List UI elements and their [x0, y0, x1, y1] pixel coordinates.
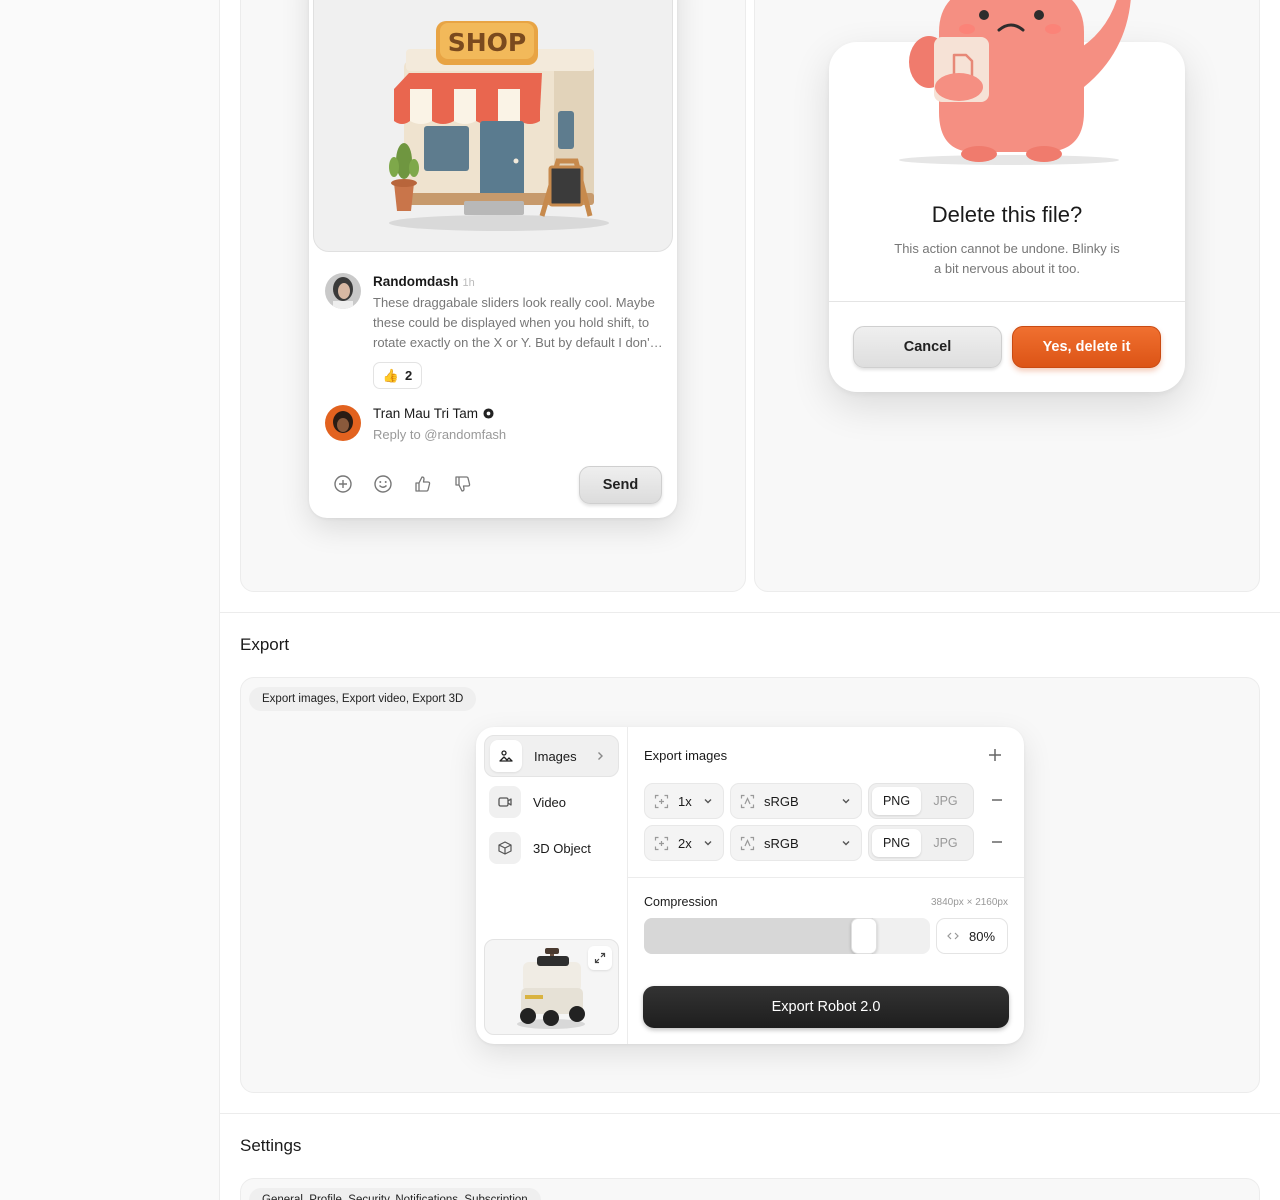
scale-icon — [654, 794, 669, 809]
scale-select[interactable]: 2x — [644, 825, 724, 861]
image-icon — [490, 740, 522, 772]
shop-illustration: SHOP — [313, 0, 673, 252]
format-toggle: PNG JPG — [868, 825, 974, 861]
panel-section-divider — [628, 877, 1024, 878]
remove-row-icon[interactable] — [990, 793, 1004, 807]
chevron-down-icon — [702, 837, 714, 849]
video-icon — [489, 786, 521, 818]
color-profile-icon — [740, 794, 755, 809]
settings-tags-chip: General, Profile, Security, Notification… — [249, 1188, 541, 1200]
add-circle-icon[interactable] — [333, 474, 353, 494]
cube-icon — [489, 832, 521, 864]
dialog-title: Delete this file? — [931, 202, 1083, 227]
export-tags-chip: Export images, Export video, Export 3D — [249, 687, 477, 711]
reply-author-text[interactable]: Tran Mau Tri Tam — [373, 406, 478, 421]
compression-slider-fill — [644, 918, 873, 954]
avatar-randomdash[interactable] — [325, 273, 361, 309]
comment-time: 1h — [462, 277, 475, 289]
remove-row-icon[interactable] — [990, 835, 1004, 849]
colorspace-select[interactable]: sRGB — [730, 783, 862, 819]
colorspace-select[interactable]: sRGB — [730, 825, 862, 861]
verified-badge-icon — [483, 408, 494, 419]
author-name-text[interactable]: Randomdash — [373, 274, 459, 289]
comment-body: These draggabale sliders look really coo… — [373, 295, 663, 350]
delete-file-dialog: Delete this file? This action cannot be … — [829, 0, 1185, 392]
panel-divider — [627, 727, 628, 1044]
comment-thread-card: SHOP Randomdash 1h These draggabale slide… — [309, 0, 677, 518]
sidebar — [0, 0, 220, 1200]
section-divider — [220, 612, 1280, 613]
shop-image: SHOP — [389, 21, 609, 231]
format-jpg-option[interactable]: JPG — [921, 829, 970, 857]
svg-text:SHOP: SHOP — [448, 28, 527, 57]
scale-select[interactable]: 1x — [644, 783, 724, 819]
chevron-right-icon — [598, 752, 603, 760]
compression-value: 80% — [969, 928, 996, 944]
nav-3d-object[interactable]: 3D Object — [484, 827, 619, 869]
nav-video[interactable]: Video — [484, 781, 619, 823]
compression-slider-handle[interactable] — [851, 918, 877, 954]
blinky-mascot-illustration — [899, 0, 1131, 165]
emoji-icon[interactable] — [373, 474, 393, 494]
format-png-option[interactable]: PNG — [872, 829, 921, 857]
export-panel: Images Video 3D Object Export images 1x … — [476, 727, 1024, 1044]
reaction-count: 2 — [404, 368, 413, 383]
section-divider — [220, 1113, 1280, 1114]
dialog-divider — [829, 301, 1185, 302]
reaction-emoji: 👍 — [382, 367, 399, 383]
cancel-button[interactable]: Cancel — [853, 326, 1002, 368]
avatar-tran-mau-tri-tam[interactable] — [325, 405, 361, 441]
scale-value: 1x — [678, 793, 692, 809]
format-toggle: PNG JPG — [868, 783, 974, 819]
scale-value: 2x — [678, 835, 692, 851]
thumbs-down-icon[interactable] — [453, 474, 473, 494]
nav-images-label: Images — [534, 748, 577, 764]
export-section-title: Export — [240, 635, 290, 654]
compression-value-field[interactable]: 80% — [936, 918, 1008, 954]
compression-label: Compression — [644, 895, 718, 909]
chevron-down-icon — [840, 837, 852, 849]
format-png-option[interactable]: PNG — [872, 787, 921, 815]
scale-icon — [654, 836, 669, 851]
nav-video-label: Video — [533, 794, 567, 810]
export-images-title: Export images — [644, 748, 728, 763]
color-profile-icon — [740, 836, 755, 851]
dialog-message: This action cannot be undone. Blinky is … — [894, 241, 1120, 276]
expand-button[interactable] — [588, 946, 612, 970]
reply-input[interactable]: Reply to @randomfash — [373, 425, 506, 445]
expand-icon — [594, 952, 606, 964]
robot-preview-thumbnail[interactable] — [484, 939, 619, 1035]
settings-section-title: Settings — [240, 1136, 302, 1155]
colorspace-value: sRGB — [764, 835, 799, 851]
nav-3d-object-label: 3D Object — [533, 840, 591, 856]
nav-images[interactable]: Images — [484, 735, 619, 777]
comment-author-name[interactable]: Randomdash 1h — [373, 274, 475, 289]
export-button[interactable]: Export Robot 2.0 — [643, 986, 1009, 1028]
add-row-icon[interactable] — [987, 747, 1003, 763]
confirm-delete-button[interactable]: Yes, delete it — [1012, 326, 1161, 368]
reply-author-name[interactable]: Tran Mau Tri Tam — [373, 406, 494, 421]
compression-slider[interactable] — [644, 918, 930, 954]
format-jpg-option[interactable]: JPG — [921, 787, 970, 815]
chevron-down-icon — [702, 795, 714, 807]
chevron-down-icon — [840, 795, 852, 807]
send-button[interactable]: Send — [579, 466, 662, 504]
code-brackets-icon — [947, 930, 959, 942]
output-dimensions: 3840px × 2160px — [930, 897, 1008, 908]
thumbs-up-icon[interactable] — [413, 474, 433, 494]
colorspace-value: sRGB — [764, 793, 799, 809]
reaction-thumbs-up[interactable]: 👍 2 — [373, 362, 422, 389]
